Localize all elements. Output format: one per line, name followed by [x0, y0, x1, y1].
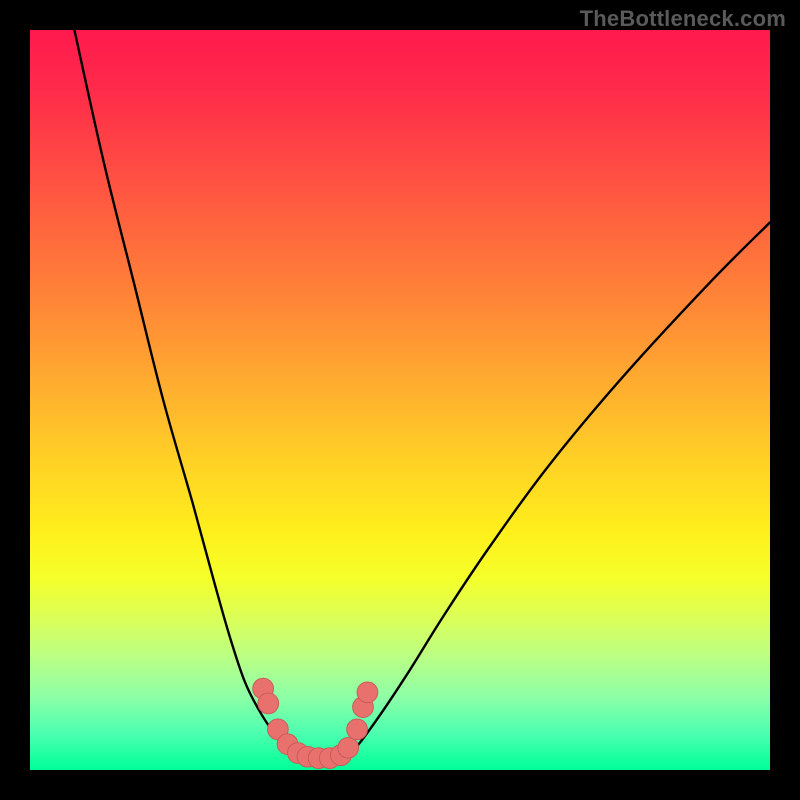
marker-point — [258, 693, 279, 714]
right-curve — [341, 222, 770, 759]
bottom-markers — [253, 678, 378, 768]
marker-point — [357, 682, 378, 703]
marker-point — [338, 737, 359, 758]
chart-frame: TheBottleneck.com — [0, 0, 800, 800]
watermark-text: TheBottleneck.com — [580, 6, 786, 32]
chart-svg — [30, 30, 770, 770]
plot-area — [30, 30, 770, 770]
left-curve — [74, 30, 303, 759]
marker-point — [347, 719, 368, 740]
